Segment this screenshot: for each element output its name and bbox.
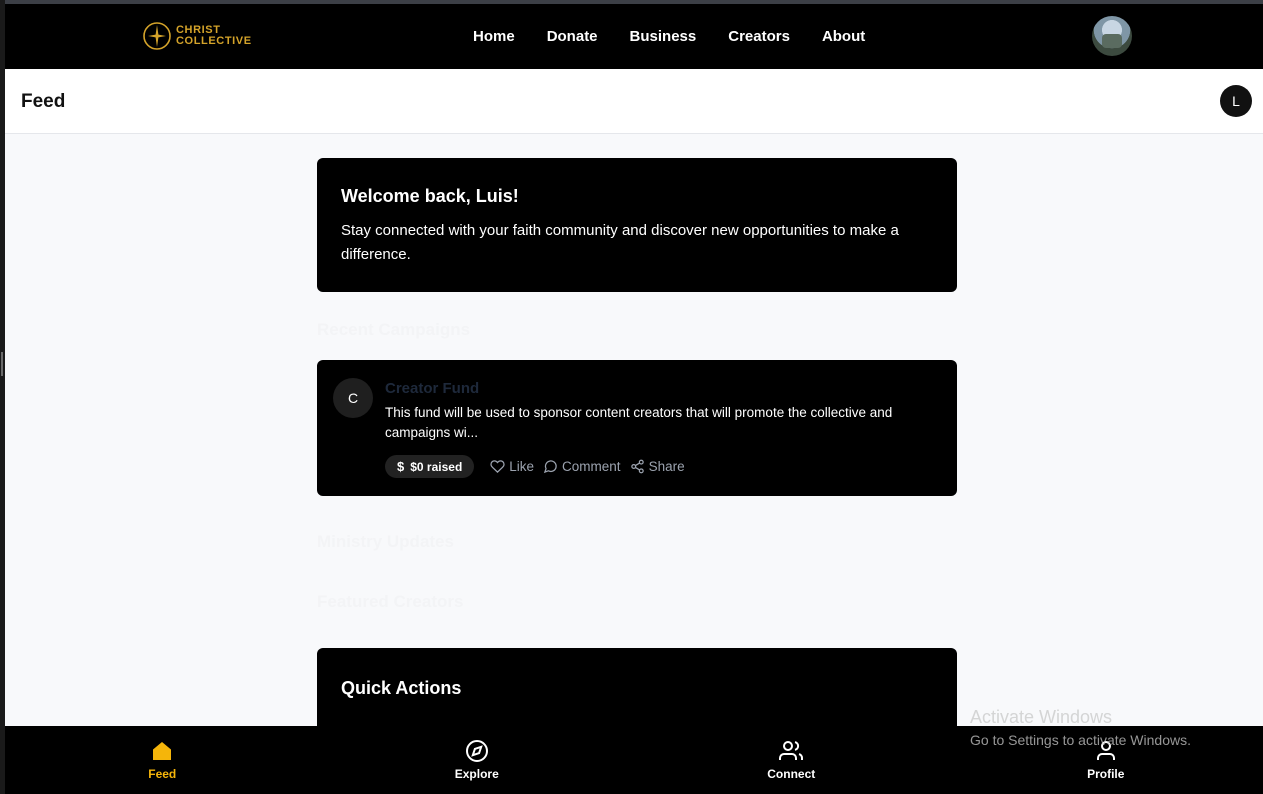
dollar-icon: $ [397, 459, 405, 474]
share-label: Share [648, 459, 685, 474]
raised-badge: $ $0 raised [385, 455, 475, 478]
nav-home[interactable]: Home [473, 28, 515, 45]
nav-business[interactable]: Business [630, 28, 697, 45]
user-initial-badge[interactable]: L [1220, 85, 1252, 117]
tab-connect-label: Connect [767, 767, 816, 781]
resize-grip[interactable] [1, 352, 3, 376]
watermark-subtitle: Go to Settings to activate Windows. [970, 732, 1191, 748]
cross-star-icon [143, 22, 171, 50]
ministry-updates-heading: Ministry Updates [317, 532, 454, 551]
share-icon [630, 459, 644, 474]
comment-icon [543, 460, 557, 474]
top-navigation: CHRIST COLLECTIVE Home Donate Business C… [5, 4, 1263, 69]
like-label: Like [509, 459, 535, 474]
users-icon [779, 741, 804, 760]
campaign-avatar: C [333, 378, 373, 418]
campaign-card[interactable]: C Creator Fund This fund will be used to… [317, 360, 957, 496]
tab-connect[interactable]: Connect [634, 726, 949, 794]
nav-donate[interactable]: Donate [547, 28, 598, 45]
tab-explore[interactable]: Explore [320, 726, 635, 794]
raised-amount: $0 raised [410, 459, 463, 474]
welcome-heading: Welcome back, Luis! [341, 186, 519, 206]
share-button[interactable]: Share [630, 459, 685, 474]
brand-name: CHRIST COLLECTIVE [176, 25, 252, 47]
heart-icon [490, 460, 505, 473]
tab-profile-label: Profile [1087, 767, 1125, 781]
main-nav: Home Donate Business Creators About [473, 4, 865, 69]
campaign-description: This fund will be used to sponsor conten… [385, 405, 893, 440]
campaign-actions: $ $0 raised Like Comment Share [385, 455, 933, 478]
watermark-title: Activate Windows [970, 707, 1113, 727]
comment-button[interactable]: Comment [543, 459, 621, 474]
tab-explore-label: Explore [454, 767, 499, 781]
comment-label: Comment [562, 459, 621, 474]
recent-campaigns-heading: Recent Campaigns [317, 320, 471, 339]
feed-content[interactable]: Welcome back, Luis! Stay connected with … [5, 134, 1263, 726]
page-title: Feed [21, 91, 66, 112]
tab-feed[interactable]: Feed [5, 726, 320, 794]
welcome-card: Welcome back, Luis! Stay connected with … [317, 158, 957, 292]
campaign-body: Creator Fund This fund will be used to s… [385, 380, 933, 478]
featured-creators-heading: Featured Creators [317, 592, 464, 611]
quick-actions-card: Quick Actions [317, 648, 957, 726]
campaign-title[interactable]: Creator Fund [385, 380, 933, 397]
page-header: Feed L [5, 69, 1263, 134]
windows-activation-watermark: Activate Windows Go to Settings to activ… [970, 706, 1191, 751]
nav-creators[interactable]: Creators [728, 28, 790, 45]
welcome-message: Stay connected with your faith community… [341, 222, 899, 263]
like-button[interactable]: Like [490, 459, 534, 474]
brand-line-2: COLLECTIVE [176, 35, 252, 47]
brand-logo[interactable]: CHRIST COLLECTIVE [142, 20, 252, 52]
compass-icon [465, 740, 488, 762]
home-icon [153, 742, 172, 760]
avatar-photo-detail [1102, 34, 1122, 48]
nav-about[interactable]: About [822, 28, 865, 45]
quick-actions-heading: Quick Actions [341, 678, 462, 698]
tab-feed-label: Feed [148, 767, 177, 781]
profile-avatar[interactable] [1092, 16, 1132, 56]
